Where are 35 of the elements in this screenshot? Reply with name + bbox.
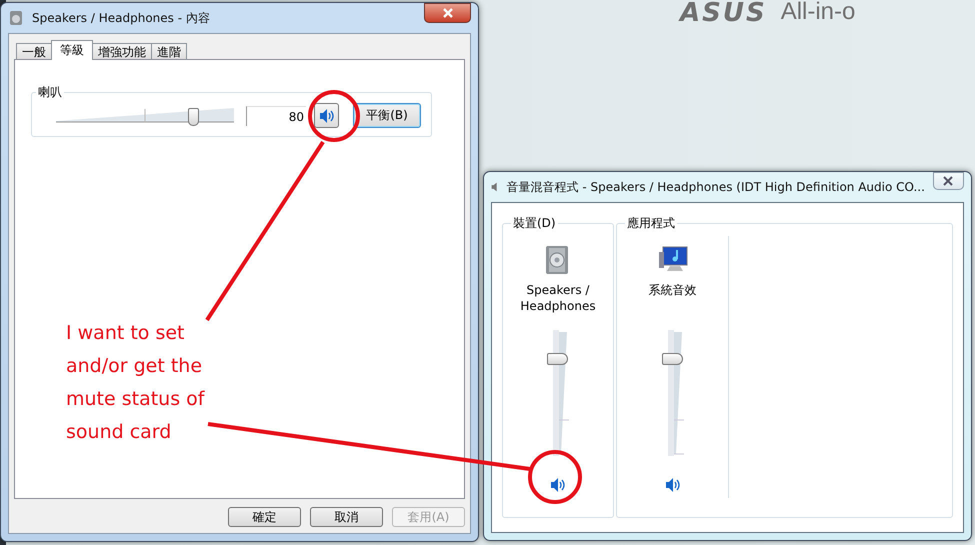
close-button[interactable] <box>424 3 471 23</box>
highlight-circle <box>308 90 360 142</box>
slider-thumb[interactable] <box>547 352 568 365</box>
highlight-circle <box>528 450 582 504</box>
volume-slider[interactable] <box>547 330 569 456</box>
volume-slider[interactable] <box>662 330 684 456</box>
group-label: 喇叭 <box>37 84 63 101</box>
volume-slider[interactable] <box>56 106 234 126</box>
speaker-icon <box>8 10 24 26</box>
window-title: 音量混音程式 - Speakers / Headphones (IDT High Definition Audio CO... <box>506 178 925 196</box>
dialog-button[interactable]: 取消 <box>310 507 383 527</box>
mute-button[interactable] <box>314 103 339 128</box>
balance-button[interactable]: 平衡(B) <box>353 103 421 128</box>
dialog-button[interactable]: 確定 <box>228 507 301 527</box>
tab[interactable]: 進階 <box>151 43 187 60</box>
wallpaper-logo: ASUS <box>680 0 767 26</box>
tab[interactable]: 一般 <box>16 43 52 60</box>
annotation-text: I want to set and/or get the mute status of sound card <box>66 321 206 445</box>
close-button[interactable] <box>932 172 964 190</box>
tab[interactable]: 等級 <box>51 40 93 60</box>
volume-field[interactable]: 80 <box>246 106 306 126</box>
slider-thumb[interactable] <box>662 352 682 365</box>
speaker-icon <box>318 106 336 124</box>
close-icon <box>942 176 954 186</box>
group-label: 裝置(D) <box>512 215 557 232</box>
window-title: Speakers / Headphones - 內容 <box>32 10 211 26</box>
speaker-icon <box>664 476 682 494</box>
close-icon <box>442 8 454 18</box>
channel-name: Speakers / Headphones <box>519 282 597 315</box>
wallpaper-text: All-in-o <box>780 0 856 24</box>
slider-thumb[interactable] <box>188 108 199 126</box>
speaker-icon <box>549 476 567 494</box>
group-label: 應用程式 <box>626 215 676 232</box>
tab[interactable]: 增強功能 <box>92 43 152 60</box>
channel-name: 系統音效 <box>648 282 698 299</box>
